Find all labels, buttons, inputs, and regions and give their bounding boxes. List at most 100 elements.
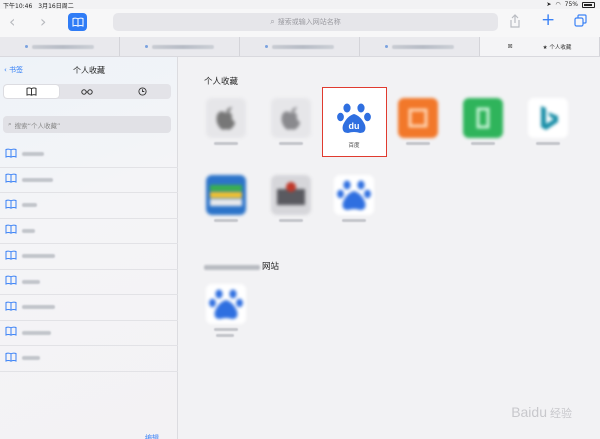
sidebar-bookmark-item[interactable] bbox=[0, 346, 178, 372]
apple-icon bbox=[206, 98, 246, 138]
edit-button[interactable]: 编辑 bbox=[145, 433, 159, 439]
book-icon bbox=[0, 199, 22, 212]
favicon-icon bbox=[25, 45, 28, 48]
sidebar-bookmark-item[interactable] bbox=[0, 193, 178, 219]
book-icon bbox=[0, 352, 22, 365]
tab-3[interactable] bbox=[240, 37, 360, 56]
favorite-label-blurred bbox=[406, 142, 430, 145]
browser-toolbar: ‹ › ⌕ 搜索或输入网站名称 + bbox=[0, 9, 600, 37]
segment-history[interactable] bbox=[115, 85, 170, 98]
tab-1[interactable] bbox=[0, 37, 120, 56]
tab-2[interactable] bbox=[120, 37, 240, 56]
book-icon bbox=[0, 173, 22, 186]
bing-icon bbox=[528, 98, 568, 138]
favorites-section-title: 个人收藏 bbox=[204, 77, 239, 87]
tabs-icon[interactable] bbox=[574, 14, 587, 32]
bookmark-title-blurred bbox=[22, 177, 53, 182]
bookmarks-sidebar: ‹ 书签 个人收藏 ⌕ 搜索“个人收藏” 编辑 bbox=[0, 57, 178, 439]
sidebar-bookmark-item[interactable] bbox=[0, 270, 178, 295]
sidebar-bookmark-item[interactable] bbox=[0, 244, 178, 270]
sidebar-title: 个人收藏 bbox=[73, 66, 105, 75]
favicon-icon bbox=[265, 45, 268, 48]
address-bar[interactable]: ⌕ 搜索或输入网站名称 bbox=[113, 13, 498, 31]
sidebar-segmented-control bbox=[3, 84, 171, 99]
bookmark-title-blurred bbox=[22, 228, 36, 233]
close-icon[interactable]: ⊠ bbox=[508, 43, 513, 50]
sidebar-bookmark-item[interactable] bbox=[0, 219, 178, 244]
address-placeholder: 搜索或输入网站名称 bbox=[277, 18, 341, 26]
bookmarks-button[interactable] bbox=[68, 13, 87, 31]
clock-icon bbox=[138, 87, 147, 96]
bookmark-title-blurred bbox=[22, 279, 40, 284]
bookmark-title-blurred bbox=[22, 152, 44, 157]
glasses-icon bbox=[81, 88, 93, 95]
baidu-paw-icon: du bbox=[334, 98, 374, 138]
favorite-green-site[interactable] bbox=[457, 93, 509, 157]
battery-percent: 75% bbox=[564, 1, 578, 8]
tab-favorites[interactable]: ⊠ ★ 个人收藏 bbox=[480, 37, 600, 56]
location-icon: ➤ bbox=[546, 1, 552, 8]
sidebar-bookmark-item[interactable] bbox=[0, 321, 178, 346]
sidebar-bookmark-item[interactable] bbox=[0, 168, 178, 193]
bookmark-title-blurred bbox=[22, 203, 38, 208]
book-icon bbox=[72, 17, 83, 27]
bookmark-title-blurred bbox=[22, 254, 55, 259]
sidebar-bookmark-item[interactable] bbox=[0, 142, 178, 168]
book-icon bbox=[0, 250, 22, 263]
tab-title: ★ 个人收藏 bbox=[542, 44, 572, 51]
favorites-page: 个人收藏 du 百度 网站 Baidu 经验 bbox=[178, 57, 600, 439]
sidebar-header: ‹ 书签 个人收藏 bbox=[0, 57, 177, 84]
sidebar-search-input[interactable]: ⌕ 搜索“个人收藏” bbox=[3, 116, 171, 133]
tab-title-blurred bbox=[272, 44, 334, 49]
tab-title-blurred bbox=[32, 44, 94, 49]
favorite-baidu-2[interactable] bbox=[328, 170, 380, 234]
segment-bookmarks[interactable] bbox=[4, 85, 60, 98]
favorite-wallet[interactable] bbox=[200, 170, 252, 234]
wallet-icon bbox=[206, 175, 246, 215]
baidu-paw-icon bbox=[334, 175, 374, 215]
site-icon bbox=[398, 98, 438, 138]
bookmark-title-blurred bbox=[22, 330, 51, 335]
favicon-icon bbox=[145, 45, 148, 48]
battery-icon bbox=[582, 1, 595, 8]
share-icon[interactable] bbox=[509, 14, 521, 33]
favorite-label-blurred bbox=[214, 328, 238, 331]
chevron-left-icon[interactable]: ‹ bbox=[9, 13, 15, 31]
book-icon bbox=[0, 148, 22, 161]
favorite-label-blurred bbox=[536, 142, 560, 145]
favorite-apple-2[interactable] bbox=[265, 93, 317, 157]
book-icon bbox=[26, 87, 37, 96]
book-icon bbox=[0, 224, 22, 237]
status-bar: 下午10:46 3月16日周二 ➤ ◠ 75% bbox=[0, 0, 600, 10]
site-icon bbox=[271, 175, 311, 215]
bookmark-list bbox=[0, 142, 178, 372]
favorite-label-blurred bbox=[216, 334, 234, 337]
sidebar-search-placeholder: 搜索“个人收藏” bbox=[14, 121, 61, 130]
segment-reading-list[interactable] bbox=[59, 85, 114, 98]
favicon-icon bbox=[385, 45, 388, 48]
tab-title-blurred bbox=[152, 44, 214, 49]
sidebar-bookmark-item[interactable] bbox=[0, 295, 178, 321]
frequent-baidu[interactable] bbox=[200, 279, 252, 343]
book-icon bbox=[0, 301, 22, 314]
favorite-label-blurred bbox=[342, 219, 366, 222]
favorite-orange-site[interactable] bbox=[392, 93, 444, 157]
plus-icon[interactable]: + bbox=[541, 12, 555, 29]
baidu-paw-icon bbox=[206, 284, 246, 324]
favorite-label: 百度 bbox=[348, 143, 360, 149]
frequent-section-title: 网站 bbox=[262, 262, 280, 272]
tab-title-blurred bbox=[392, 44, 454, 49]
favorite-label-blurred bbox=[279, 219, 303, 222]
watermark-sub: 经验 bbox=[550, 408, 572, 420]
favorite-baidu[interactable]: du 百度 bbox=[328, 93, 380, 157]
favorite-bing[interactable] bbox=[522, 93, 574, 157]
tab-4[interactable] bbox=[360, 37, 480, 56]
chevron-right-icon[interactable]: › bbox=[40, 13, 46, 31]
search-icon: ⌕ bbox=[270, 17, 275, 26]
section-title-blurred bbox=[204, 265, 260, 270]
favorite-apple-1[interactable] bbox=[200, 93, 252, 157]
favorite-news-site[interactable] bbox=[265, 170, 317, 234]
favorite-label-blurred bbox=[214, 219, 238, 222]
apple-icon bbox=[271, 98, 311, 138]
favorite-label-blurred bbox=[214, 142, 238, 145]
